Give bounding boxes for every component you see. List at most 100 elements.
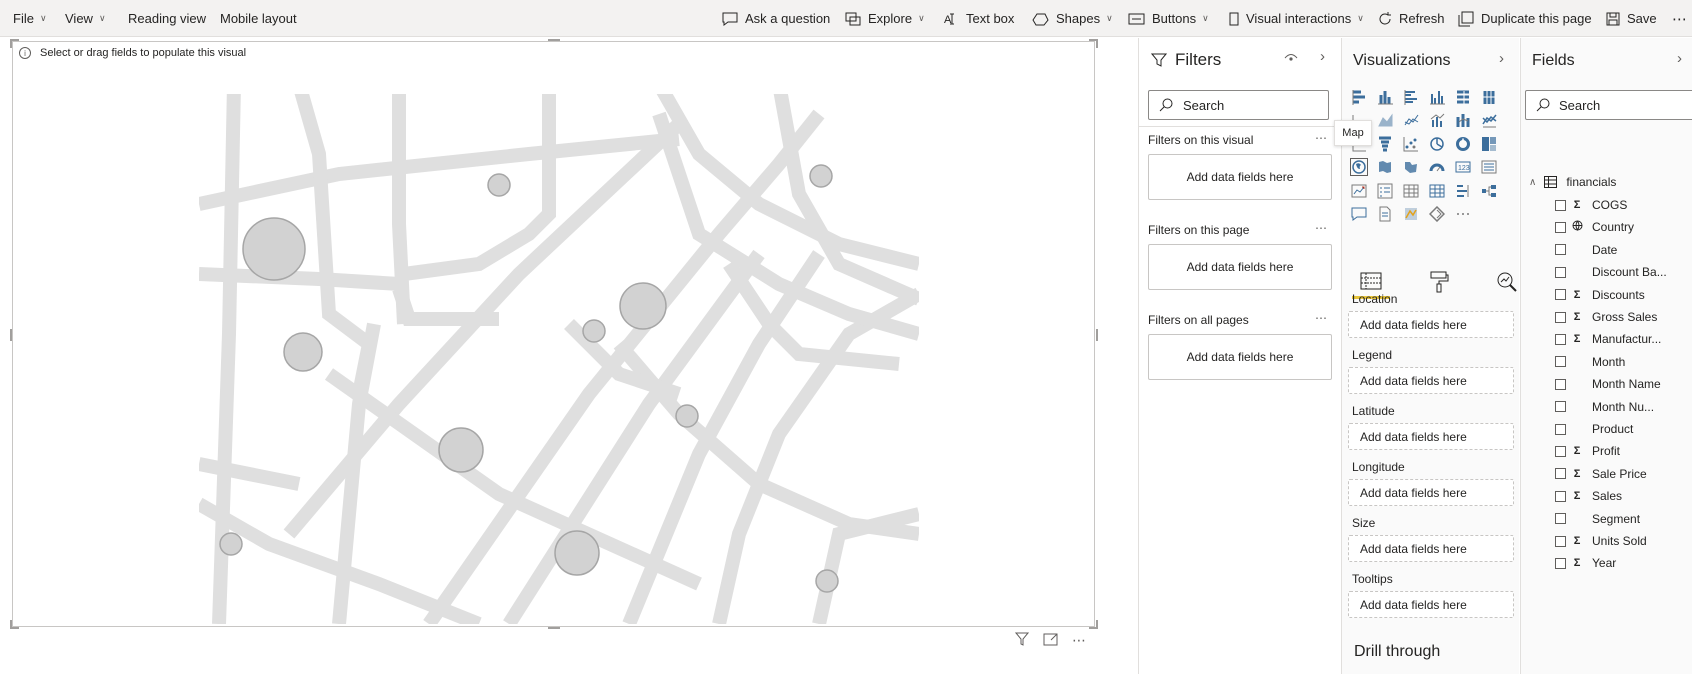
report-canvas[interactable]: i Select or drag fields to populate this… bbox=[0, 38, 1138, 674]
key-influencers-icon[interactable] bbox=[1450, 179, 1476, 202]
pie-chart-icon[interactable] bbox=[1424, 132, 1450, 155]
area-chart-icon[interactable] bbox=[1372, 109, 1398, 132]
filter-icon[interactable] bbox=[1014, 632, 1030, 649]
reading-view-button[interactable]: Reading view bbox=[128, 0, 206, 37]
slicer-icon[interactable] bbox=[1372, 179, 1398, 202]
shapes-menu[interactable]: Shapes ∨ bbox=[1032, 0, 1113, 37]
kpi-icon[interactable] bbox=[1346, 179, 1372, 202]
resize-handle[interactable] bbox=[1096, 329, 1098, 341]
field-item[interactable]: Σ Sales bbox=[1555, 487, 1622, 505]
field-checkbox[interactable] bbox=[1555, 244, 1566, 256]
location-well[interactable]: Add data fields here bbox=[1348, 311, 1514, 338]
field-checkbox[interactable] bbox=[1555, 311, 1566, 323]
filters-all-pages-well[interactable]: Add data fields here bbox=[1148, 334, 1332, 380]
arcgis-icon[interactable] bbox=[1398, 203, 1424, 226]
file-menu[interactable]: File ∨ bbox=[13, 0, 47, 37]
funnel-chart-icon[interactable] bbox=[1372, 132, 1398, 155]
multi-row-card-icon[interactable] bbox=[1476, 156, 1502, 179]
mobile-layout-button[interactable]: Mobile layout bbox=[220, 0, 297, 37]
field-checkbox[interactable] bbox=[1555, 557, 1566, 569]
view-menu[interactable]: View ∨ bbox=[65, 0, 106, 37]
field-item[interactable]: Σ Manufactur... bbox=[1555, 330, 1661, 348]
more-visuals-icon[interactable] bbox=[1450, 203, 1476, 226]
field-item[interactable]: Σ Sale Price bbox=[1555, 465, 1647, 483]
resize-handle[interactable] bbox=[10, 329, 12, 341]
field-checkbox[interactable] bbox=[1555, 221, 1566, 233]
field-item[interactable]: Σ Gross Sales bbox=[1555, 308, 1657, 326]
latitude-well[interactable]: Add data fields here bbox=[1348, 423, 1514, 450]
field-checkbox[interactable] bbox=[1555, 199, 1566, 211]
filled-map-icon[interactable] bbox=[1372, 156, 1398, 179]
ask-question-button[interactable]: Ask a question bbox=[722, 0, 830, 37]
focus-mode-icon[interactable] bbox=[1043, 632, 1058, 649]
duplicate-page-button[interactable]: Duplicate this page bbox=[1458, 0, 1592, 37]
field-item[interactable]: Month bbox=[1555, 353, 1625, 371]
map-icon[interactable] bbox=[1346, 156, 1372, 179]
table-node[interactable]: ∧ financials bbox=[1529, 175, 1616, 189]
more-options-icon[interactable]: ⋯ bbox=[1072, 632, 1087, 649]
longitude-well[interactable]: Add data fields here bbox=[1348, 479, 1514, 506]
waterfall-icon[interactable] bbox=[1476, 109, 1502, 132]
stacked-bar-icon[interactable] bbox=[1346, 85, 1372, 108]
refresh-button[interactable]: Refresh bbox=[1378, 0, 1445, 37]
stacked-column-icon[interactable] bbox=[1372, 85, 1398, 108]
power-apps-icon[interactable] bbox=[1424, 203, 1450, 226]
tooltips-well[interactable]: Add data fields here bbox=[1348, 591, 1514, 618]
more-options-icon[interactable]: ⋯ bbox=[1315, 221, 1328, 235]
filters-visual-well[interactable]: Add data fields here bbox=[1148, 154, 1332, 200]
gauge-icon[interactable] bbox=[1424, 156, 1450, 179]
line-stacked-icon[interactable] bbox=[1398, 109, 1424, 132]
resize-handle[interactable] bbox=[548, 39, 560, 41]
chevron-right-icon[interactable]: › bbox=[1320, 48, 1325, 65]
field-checkbox[interactable] bbox=[1555, 356, 1566, 368]
legend-well[interactable]: Add data fields here bbox=[1348, 367, 1514, 394]
qa-icon[interactable] bbox=[1346, 203, 1372, 226]
ribbon-chart-icon[interactable] bbox=[1450, 109, 1476, 132]
format-tab[interactable] bbox=[1420, 271, 1458, 299]
clustered-column-icon[interactable] bbox=[1424, 85, 1450, 108]
field-item[interactable]: Date bbox=[1555, 241, 1617, 259]
line-clustered-icon[interactable] bbox=[1424, 109, 1450, 132]
field-checkbox[interactable] bbox=[1555, 468, 1566, 480]
field-checkbox[interactable] bbox=[1555, 401, 1566, 413]
matrix-icon[interactable] bbox=[1424, 179, 1450, 202]
resize-handle[interactable] bbox=[10, 620, 12, 629]
100-column-icon[interactable] bbox=[1476, 85, 1502, 108]
map-visual[interactable]: i Select or drag fields to populate this… bbox=[10, 39, 1098, 629]
field-checkbox[interactable] bbox=[1555, 423, 1566, 435]
field-item[interactable]: Σ Units Sold bbox=[1555, 532, 1647, 550]
clustered-bar-icon[interactable] bbox=[1398, 85, 1424, 108]
field-checkbox[interactable] bbox=[1555, 289, 1566, 301]
shape-map-icon[interactable] bbox=[1398, 156, 1424, 179]
field-item[interactable]: Σ COGS bbox=[1555, 196, 1627, 214]
eye-icon[interactable] bbox=[1284, 52, 1298, 66]
save-button[interactable]: Save bbox=[1606, 0, 1657, 37]
field-item[interactable]: Discount Ba... bbox=[1555, 263, 1667, 281]
field-item[interactable]: Σ Profit bbox=[1555, 442, 1620, 460]
decomposition-tree-icon[interactable] bbox=[1476, 179, 1502, 202]
field-item[interactable]: Σ Discounts bbox=[1555, 286, 1645, 304]
field-checkbox[interactable] bbox=[1555, 378, 1566, 390]
filters-page-well[interactable]: Add data fields here bbox=[1148, 244, 1332, 290]
field-item[interactable]: Segment bbox=[1555, 510, 1640, 528]
field-item[interactable]: Σ Year bbox=[1555, 554, 1616, 572]
donut-chart-icon[interactable] bbox=[1450, 132, 1476, 155]
resize-handle[interactable] bbox=[1096, 620, 1098, 629]
more-options-icon[interactable]: ⋯ bbox=[1315, 131, 1328, 145]
treemap-icon[interactable] bbox=[1476, 132, 1502, 155]
resize-handle[interactable] bbox=[548, 627, 560, 629]
chevron-up-icon[interactable]: ∧ bbox=[1529, 177, 1536, 188]
size-well[interactable]: Add data fields here bbox=[1348, 535, 1514, 562]
more-options-icon[interactable]: ⋯ bbox=[1315, 311, 1328, 325]
card-icon[interactable]: 123 bbox=[1450, 156, 1476, 179]
field-checkbox[interactable] bbox=[1555, 266, 1566, 278]
resize-handle[interactable] bbox=[10, 39, 12, 48]
field-item[interactable]: Month Name bbox=[1555, 375, 1661, 393]
buttons-menu[interactable]: Buttons ∨ bbox=[1128, 0, 1209, 37]
field-checkbox[interactable] bbox=[1555, 333, 1566, 345]
chevron-right-icon[interactable]: › bbox=[1677, 50, 1682, 67]
chevron-right-icon[interactable]: › bbox=[1499, 50, 1504, 67]
paginated-report-icon[interactable] bbox=[1372, 203, 1398, 226]
field-checkbox[interactable] bbox=[1555, 445, 1566, 457]
100-bar-icon[interactable] bbox=[1450, 85, 1476, 108]
